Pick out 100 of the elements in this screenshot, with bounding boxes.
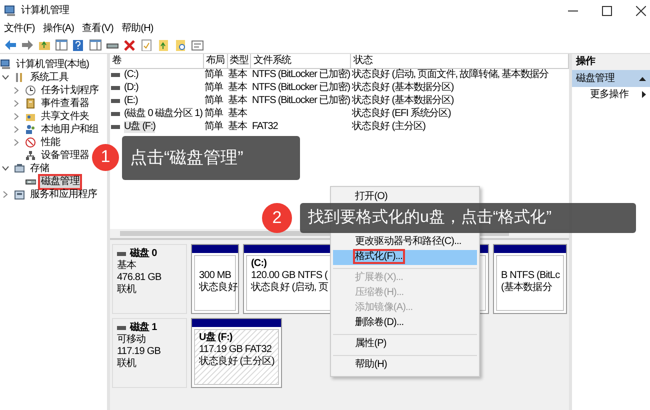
- callout-text: 找到要格式化的u盘，点击“格式化”: [300, 203, 636, 233]
- clock-icon: [25, 85, 36, 96]
- chevron-right-icon[interactable]: [2, 191, 8, 198]
- partition-info: 状态良好 (主分区): [199, 356, 274, 368]
- table-cell: NTFS (BitLocker 已加密): [250, 68, 351, 82]
- menu-item[interactable]: 操作(A): [42, 23, 74, 35]
- column-header[interactable]: 类型: [227, 54, 251, 68]
- panel-icon[interactable]: [89, 38, 102, 50]
- forward-arrow-icon[interactable]: [21, 38, 34, 50]
- chevron-right-icon[interactable]: [14, 113, 18, 120]
- tree-item[interactable]: 计算机管理(本地): [15, 58, 90, 70]
- delete-icon[interactable]: [123, 38, 136, 50]
- disk-info: 476.81 GB: [117, 272, 162, 284]
- chevron-right-icon[interactable]: [14, 100, 18, 107]
- drive-icon: [117, 252, 126, 256]
- properties-icon[interactable]: [191, 38, 204, 50]
- users-icon: [25, 124, 36, 135]
- chevron-right-icon[interactable]: [14, 126, 18, 133]
- volume-name[interactable]: (磁盘 0 磁盘分区 1): [124, 108, 202, 120]
- callout-text: 点击“磁盘管理”: [122, 136, 300, 180]
- chevron-right-icon[interactable]: [14, 139, 18, 146]
- partition-info: 300 MB: [199, 270, 232, 282]
- tree-item[interactable]: 存储: [29, 162, 50, 174]
- folder-icon[interactable]: [157, 38, 170, 50]
- table-cell-text: FAT32: [250, 120, 279, 134]
- tree-item[interactable]: 事件查看器: [40, 98, 90, 110]
- partition-info: 120.00 GB NTFS (: [251, 270, 328, 282]
- log-book-icon: [25, 98, 36, 109]
- partition-block[interactable]: U盘 (F:) 117.19 GB FAT32 状态良好 (主分区): [191, 318, 282, 388]
- action-link[interactable]: 更多操作: [590, 88, 628, 100]
- table-cell-text: 状态良好 (基本数据分区): [350, 94, 455, 108]
- column-header[interactable]: 布局: [203, 54, 228, 68]
- table-cell-text: 简单: [203, 120, 224, 134]
- tree-item[interactable]: 服务和应用程序: [29, 188, 98, 200]
- menu-item[interactable]: 帮助(H): [333, 358, 477, 373]
- tree-item[interactable]: 共享文件夹: [40, 110, 90, 122]
- tree-item[interactable]: 磁盘管理: [40, 176, 80, 188]
- chevron-down-icon[interactable]: [2, 166, 8, 171]
- tools-icon: [14, 72, 25, 83]
- table-cell-text: 基本: [227, 120, 248, 134]
- disk-name: 磁盘 1: [130, 322, 157, 334]
- partition-title: (C:): [251, 258, 267, 270]
- volume-name[interactable]: U盘 (F:): [124, 121, 156, 133]
- table-cell-text: 简单: [203, 108, 224, 120]
- partition-info: 状态良好: [199, 282, 238, 294]
- drive-icon: [117, 326, 126, 330]
- window-title: 计算机管理: [21, 5, 70, 17]
- table-cell-text: 基本: [227, 94, 248, 108]
- partition-block[interactable]: 300 MB 状态良好: [191, 244, 239, 314]
- tree-item[interactable]: 本地用户和组: [40, 124, 100, 136]
- console-tree-icon[interactable]: [55, 38, 68, 50]
- server-icon: [14, 189, 25, 200]
- tree-item[interactable]: 设备管理器: [40, 150, 90, 162]
- back-arrow-icon[interactable]: [4, 38, 17, 50]
- disk-info: 联机: [117, 358, 138, 370]
- volume-name[interactable]: (E:): [124, 95, 138, 107]
- menu-item[interactable]: 帮助(H): [121, 23, 154, 35]
- table-cell-text: 状态良好 (EFI 系统分区): [350, 108, 452, 120]
- menu-item[interactable]: 格式化(F)...: [333, 250, 477, 265]
- menu-item[interactable]: 打开(O): [333, 190, 477, 205]
- disk-info: 可移动: [117, 334, 147, 346]
- menu-item[interactable]: 删除卷(D)...: [333, 316, 477, 331]
- tree-item[interactable]: 任务计划程序: [40, 84, 100, 96]
- partition-info: (基本数据分: [501, 282, 552, 294]
- menu-item[interactable]: 属性(P): [333, 337, 477, 352]
- menu-item[interactable]: 查看(V): [82, 23, 114, 35]
- device-tree-icon: [25, 150, 36, 161]
- column-header[interactable]: 卷: [110, 54, 204, 68]
- close-icon[interactable]: [636, 6, 646, 16]
- volume-name[interactable]: (D:): [124, 82, 138, 94]
- table-cell-text: 状态良好 (主分区): [350, 120, 426, 134]
- chevron-down-icon[interactable]: [2, 75, 8, 80]
- partition-title: U盘 (F:): [199, 332, 232, 344]
- section-header[interactable]: 磁盘管理: [572, 70, 650, 87]
- chevron-right-icon[interactable]: [14, 87, 18, 94]
- partition-block[interactable]: B NTFS (BitLc (基本数据分: [493, 244, 567, 314]
- column-header[interactable]: 状态: [350, 54, 568, 68]
- volume-name[interactable]: (C:): [124, 69, 138, 82]
- tree-item[interactable]: 系统工具: [29, 72, 70, 84]
- table-cell-text: 基本: [227, 82, 248, 94]
- table-cell: 基本: [227, 68, 251, 82]
- table-cell: NTFS (BitLocker 已加密): [250, 82, 351, 94]
- tree-item[interactable]: 性能: [40, 136, 62, 148]
- storage-icon: [14, 163, 25, 174]
- checklist-icon[interactable]: [140, 38, 153, 50]
- maximize-icon[interactable]: [602, 6, 612, 16]
- help-icon[interactable]: [72, 38, 85, 50]
- disk-name: 磁盘 0: [130, 248, 157, 260]
- table-cell-text: 状态良好 (基本数据分区): [350, 82, 455, 94]
- menu-item[interactable]: 文件(F): [4, 23, 35, 35]
- computer-icon: [4, 5, 17, 17]
- folder-up-icon[interactable]: [38, 38, 51, 50]
- disk-info: 117.19 GB: [117, 346, 162, 358]
- column-header[interactable]: 文件系统: [250, 54, 351, 68]
- step-number: 1: [92, 144, 119, 171]
- menu-item[interactable]: 更改驱动器号和路径(C)...: [333, 235, 477, 250]
- table-cell-text: 简单: [203, 94, 224, 108]
- partition-header-bar: [494, 245, 566, 253]
- folder-search-icon[interactable]: [174, 38, 187, 50]
- computer-icon: [0, 59, 11, 70]
